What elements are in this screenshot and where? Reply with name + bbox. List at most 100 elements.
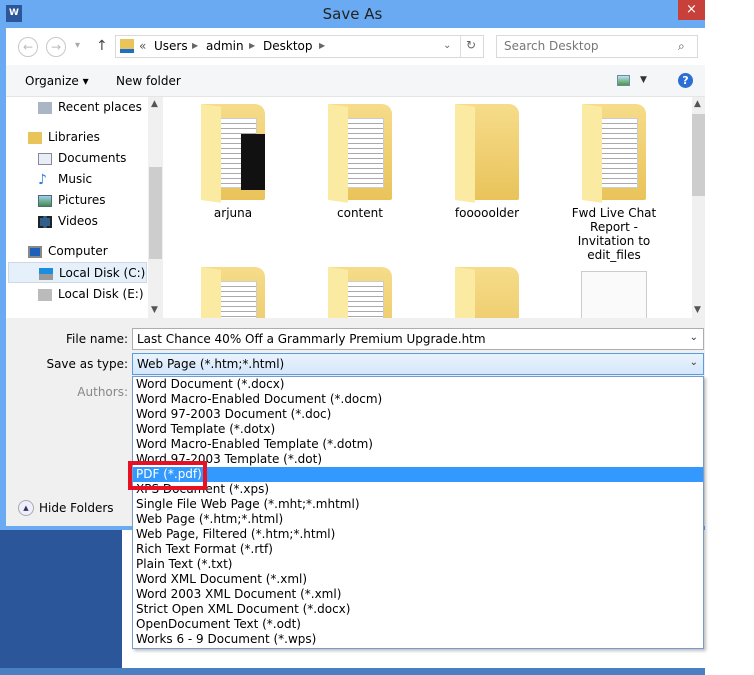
chevron-down-icon[interactable]: ⌄	[690, 332, 698, 343]
sidebar-item-documents[interactable]: Documents	[38, 148, 126, 169]
type-option[interactable]: PDF (*.pdf)	[133, 467, 703, 482]
breadcrumb-overflow[interactable]: «	[139, 39, 146, 53]
organize-button[interactable]: Organize ▾	[25, 74, 89, 88]
type-option[interactable]: Plain Text (*.txt)	[133, 557, 703, 572]
hide-folders-button[interactable]: Hide Folders	[39, 501, 114, 515]
sidebar-item-videos[interactable]: Videos	[38, 211, 98, 232]
annotation-highlight-box	[128, 461, 207, 490]
recent-places-icon	[38, 101, 52, 114]
type-option[interactable]: XPS Document (*.xps)	[133, 482, 703, 497]
breadcrumb-admin[interactable]: admin	[206, 39, 244, 53]
folder-label: Fwd Live Chat Report - Invitation to edi…	[571, 206, 657, 262]
folder-item[interactable]	[178, 267, 288, 318]
folder-item[interactable]	[305, 267, 415, 318]
documents-icon	[38, 152, 52, 165]
breadcrumb-separator-icon[interactable]: ▶	[319, 41, 325, 50]
type-option[interactable]: Word XML Document (*.xml)	[133, 572, 703, 587]
sidebar-item-computer[interactable]: Computer	[28, 241, 108, 262]
new-folder-button[interactable]: New folder	[116, 74, 181, 88]
save-as-type-label: Save as type:	[46, 357, 128, 371]
pictures-icon	[38, 194, 52, 207]
folder-label: arjuna	[213, 206, 253, 220]
folder-item[interactable]	[432, 267, 542, 318]
type-option[interactable]: Web Page (*.htm;*.html)	[133, 512, 703, 527]
divider	[460, 36, 461, 57]
forward-button[interactable]: →	[46, 37, 66, 57]
type-option[interactable]: Works 6 - 9 Document (*.wps)	[133, 632, 703, 647]
folder-icon	[328, 267, 392, 318]
folder-label: content	[337, 206, 383, 220]
chevron-down-icon[interactable]: ⌄	[690, 357, 698, 368]
save-as-type-options[interactable]: Word Document (*.docx) Word Macro-Enabled…	[132, 376, 704, 649]
type-option[interactable]: Word 2003 XML Document (*.xml)	[133, 587, 703, 602]
type-option[interactable]: OpenDocument Text (*.odt)	[133, 617, 703, 632]
search-input[interactable]: Search Desktop	[496, 35, 698, 58]
taskbar	[0, 668, 705, 675]
refresh-button[interactable]: ↻	[466, 38, 476, 52]
videos-icon	[38, 215, 52, 228]
type-option[interactable]: Single File Web Page (*.mht;*.mhtml)	[133, 497, 703, 512]
sidebar-item-libraries[interactable]: Libraries	[28, 127, 100, 148]
help-button[interactable]: ?	[678, 73, 693, 88]
folder-icon	[120, 39, 134, 53]
breadcrumb-separator-icon[interactable]: ▶	[192, 41, 198, 50]
type-option[interactable]: Word 97-2003 Document (*.doc)	[133, 407, 703, 422]
folder-icon	[201, 104, 265, 203]
type-option[interactable]: Word Macro-Enabled Template (*.dotm)	[133, 437, 703, 452]
computer-icon	[28, 245, 42, 258]
folder-icon	[328, 104, 392, 203]
breadcrumb-separator-icon[interactable]: ▶	[249, 41, 255, 50]
file-name-input[interactable]: Last Chance 40% Off a Grammarly Premium …	[132, 328, 704, 350]
sidebar-item-local-disk-e[interactable]: Local Disk (E:)	[38, 284, 144, 305]
sidebar-item-pictures[interactable]: Pictures	[38, 190, 106, 211]
type-option[interactable]: Strict Open XML Document (*.docx)	[133, 602, 703, 617]
type-option[interactable]: Word Document (*.docx)	[133, 377, 703, 392]
scrollbar-thumb[interactable]	[692, 114, 705, 196]
folder-icon	[201, 267, 265, 318]
scroll-down-icon[interactable]: ▼	[694, 305, 701, 315]
disk-icon	[38, 288, 52, 301]
type-option[interactable]: Word 97-2003 Template (*.dot)	[133, 452, 703, 467]
type-option[interactable]: Rich Text Format (*.rtf)	[133, 542, 703, 557]
navigation-pane: Recent places Libraries Documents ♪ Music…	[8, 97, 148, 318]
breadcrumb-users[interactable]: Users	[154, 39, 188, 53]
file-item[interactable]	[559, 271, 669, 318]
address-bar[interactable]: « Users ▶ admin ▶ Desktop ▶ ⌄ ↻	[115, 35, 484, 58]
scroll-up-icon[interactable]: ▲	[694, 99, 701, 109]
file-list: arjuna content fooooolder Fwd Live Chat …	[163, 97, 692, 318]
music-icon: ♪	[38, 171, 47, 188]
sidebar-item-recent-places[interactable]: Recent places	[38, 97, 142, 118]
folder-item[interactable]: arjuna	[178, 104, 288, 220]
sidebar-item-local-disk-c[interactable]: Local Disk (C:)	[8, 262, 147, 283]
file-list-scrollbar[interactable]: ▲ ▼	[692, 97, 705, 318]
breadcrumb-desktop[interactable]: Desktop	[263, 39, 313, 53]
scroll-down-icon[interactable]: ▼	[151, 305, 158, 315]
folder-label: fooooolder	[454, 206, 520, 220]
folder-item[interactable]: fooooolder	[432, 104, 542, 220]
view-options-dropdown[interactable]: ▼	[640, 75, 647, 85]
document-icon	[581, 271, 647, 318]
folder-icon	[455, 267, 519, 318]
back-button[interactable]: ←	[18, 37, 38, 57]
file-name-label: File name:	[66, 332, 128, 346]
word-backstage-panel	[0, 530, 122, 675]
close-button[interactable]: ×	[678, 0, 705, 20]
view-icon[interactable]	[617, 75, 630, 86]
type-option[interactable]: Web Page, Filtered (*.htm;*.html)	[133, 527, 703, 542]
chevron-down-icon[interactable]: ⌄	[443, 40, 451, 51]
save-as-type-select[interactable]: Web Page (*.htm;*.html) ⌄	[132, 353, 704, 375]
toolbar	[6, 65, 705, 97]
navigation-scrollbar[interactable]: ▲ ▼	[148, 97, 163, 318]
sidebar-item-music[interactable]: ♪ Music	[38, 169, 92, 190]
libraries-icon	[28, 131, 42, 144]
type-option[interactable]: Word Macro-Enabled Document (*.docm)	[133, 392, 703, 407]
window-title: Save As	[322, 5, 383, 23]
hide-folders-icon[interactable]: ▲	[18, 500, 34, 516]
folder-item[interactable]: content	[305, 104, 415, 220]
type-option[interactable]: Word Template (*.dotx)	[133, 422, 703, 437]
recent-locations-button[interactable]: ▾	[75, 40, 80, 51]
up-button[interactable]: ↑	[96, 38, 108, 54]
scrollbar-thumb[interactable]	[149, 167, 162, 259]
folder-item[interactable]: Fwd Live Chat Report - Invitation to edi…	[559, 104, 669, 262]
scroll-up-icon[interactable]: ▲	[151, 99, 158, 109]
